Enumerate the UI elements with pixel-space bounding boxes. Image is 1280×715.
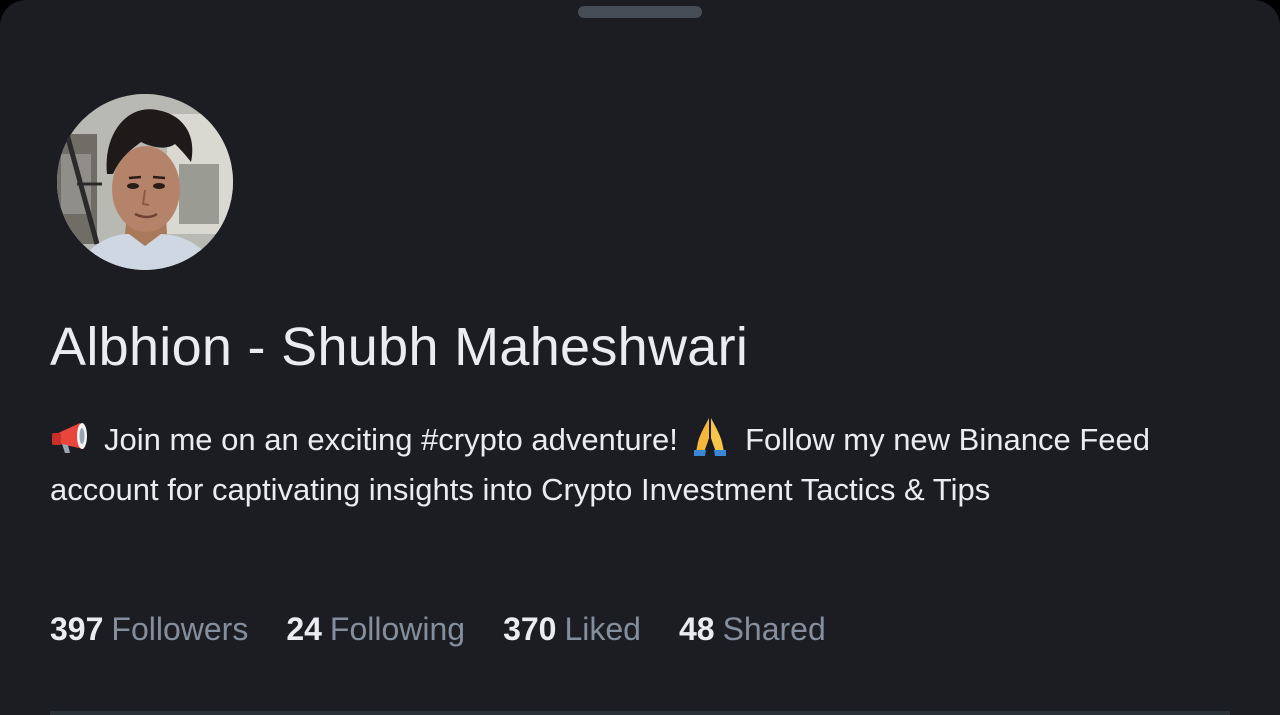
profile-stats: 397 Followers 24 Following 370 Liked 48 Shar… xyxy=(50,605,826,653)
profile-bio: Join me on an exciting #crypto adventure… xyxy=(50,415,1210,515)
avatar-photo xyxy=(57,94,233,270)
megaphone-icon xyxy=(52,423,87,453)
profile-name: Albhion - Shubh Maheshwari xyxy=(50,317,749,377)
stat-value: 48 xyxy=(678,611,715,647)
profile-sheet: Albhion - Shubh Maheshwari Join me on an… xyxy=(0,0,1280,715)
stat-followers[interactable]: 397 Followers xyxy=(50,605,248,653)
stat-label: Following xyxy=(329,611,466,647)
stat-liked[interactable]: 370 Liked xyxy=(503,605,641,653)
bio-text-1: Join me on an exciting #crypto adventure… xyxy=(104,422,687,457)
stat-label: Shared xyxy=(722,611,826,647)
avatar[interactable] xyxy=(57,94,233,270)
stat-value: 397 xyxy=(50,611,104,647)
stat-value: 24 xyxy=(286,611,322,647)
stat-following[interactable]: 24 Following xyxy=(286,605,465,653)
stat-value: 370 xyxy=(503,611,557,647)
stat-shared[interactable]: 48 Shared xyxy=(679,605,826,653)
stat-label: Liked xyxy=(564,611,641,647)
stat-label: Followers xyxy=(111,611,249,647)
section-divider xyxy=(50,711,1230,715)
folded-hands-icon xyxy=(694,418,727,456)
sheet-drag-handle[interactable] xyxy=(578,6,702,18)
